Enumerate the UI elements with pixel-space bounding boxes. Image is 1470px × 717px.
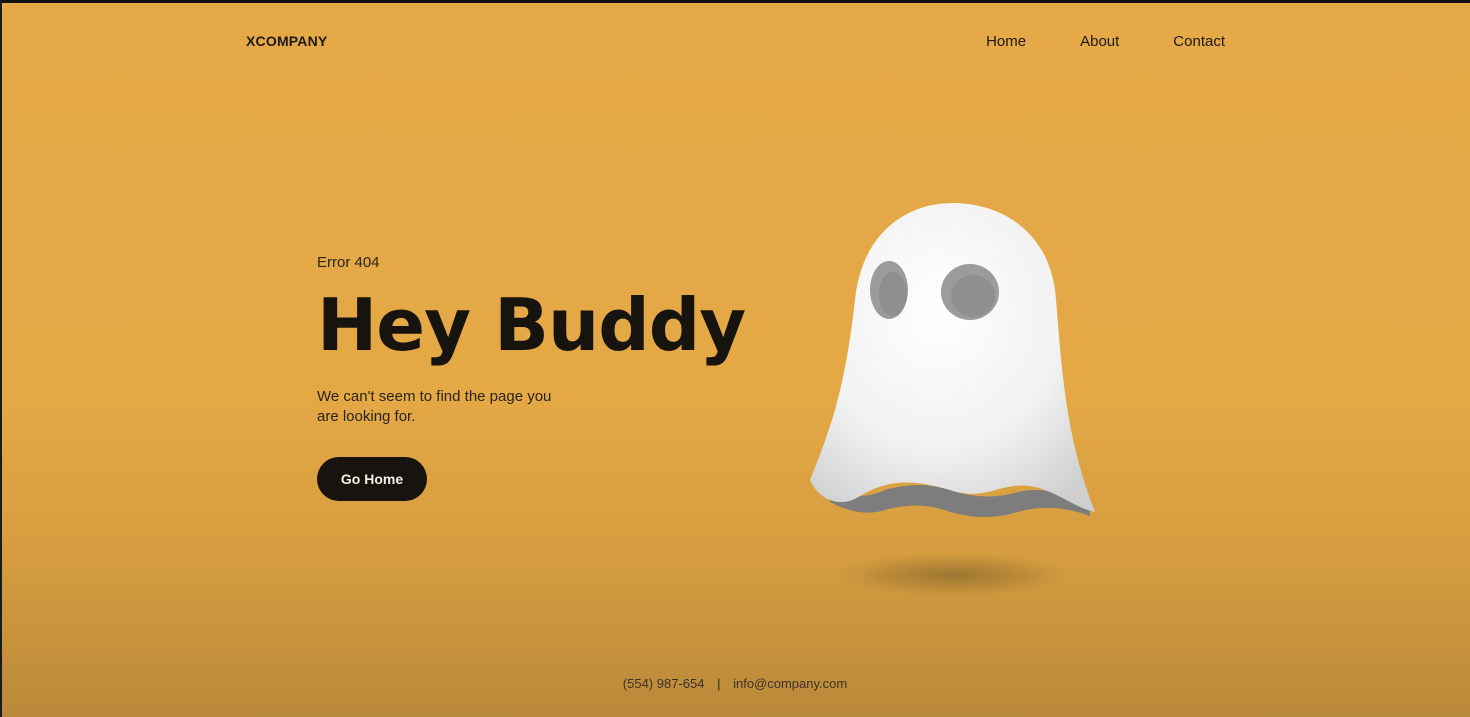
footer-phone[interactable]: (554) 987-654 bbox=[623, 676, 705, 691]
nav-link-home[interactable]: Home bbox=[986, 33, 1026, 50]
go-home-button[interactable]: Go Home bbox=[317, 457, 427, 501]
ghost-icon bbox=[810, 202, 1095, 597]
footer-email[interactable]: info@company.com bbox=[733, 676, 847, 691]
footer-contact: (554) 987-654 | info@company.com bbox=[0, 676, 1470, 691]
nav-links: Home About Contact bbox=[986, 33, 1225, 50]
error-code-label: Error 404 bbox=[317, 254, 380, 271]
nav-link-contact[interactable]: Contact bbox=[1173, 33, 1225, 50]
page-title: Hey Buddy bbox=[317, 283, 746, 367]
brand-logo[interactable]: XCOMPANY bbox=[246, 33, 327, 49]
ghost-illustration bbox=[790, 190, 1120, 610]
window-left-border bbox=[0, 0, 2, 717]
footer-separator: | bbox=[717, 676, 721, 691]
error-description: We can't seem to find the page you are l… bbox=[317, 388, 552, 425]
hero-section: Error 404 Hey Buddy We can't seem to fin… bbox=[317, 254, 777, 501]
top-navigation: XCOMPANY Home About Contact bbox=[0, 0, 1470, 84]
nav-link-about[interactable]: About bbox=[1080, 33, 1119, 50]
